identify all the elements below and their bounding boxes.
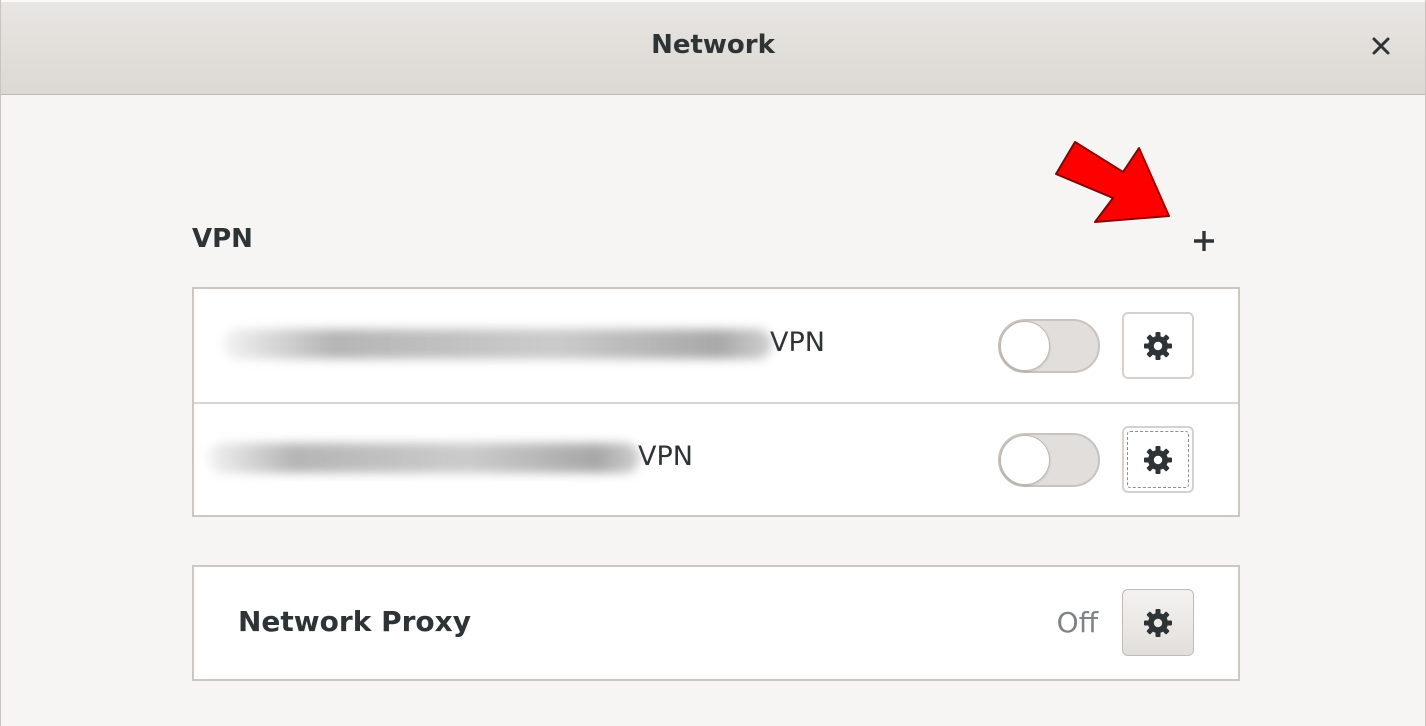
network-proxy-label: Network Proxy — [238, 605, 471, 638]
vpn-list: VPN VPN — [192, 287, 1240, 517]
gear-icon — [1144, 331, 1172, 360]
titlebar: Network — [1, 0, 1425, 95]
vpn-settings-button[interactable] — [1122, 312, 1194, 379]
vpn-toggle-switch[interactable] — [998, 433, 1100, 487]
vpn-toggle-switch[interactable] — [998, 319, 1100, 373]
gear-icon — [1144, 608, 1172, 637]
vpn-connection-name: VPN — [208, 441, 693, 473]
redacted-name — [208, 442, 640, 473]
vpn-row: VPN — [194, 289, 1238, 404]
gear-icon — [1144, 445, 1172, 474]
vpn-name-suffix: VPN — [770, 327, 825, 358]
switch-knob — [1000, 435, 1050, 485]
vpn-row: VPN — [194, 403, 1238, 516]
network-dialog: Network VPN VPN VPN Network Proxy Off — [0, 0, 1426, 726]
vpn-name-suffix: VPN — [638, 441, 693, 472]
vpn-section-label: VPN — [192, 224, 253, 254]
switch-knob — [1000, 321, 1050, 371]
vpn-connection-name: VPN — [224, 327, 825, 359]
network-proxy-status: Off — [1056, 606, 1098, 639]
red-arrow-annotation — [1055, 141, 1170, 223]
vpn-settings-button[interactable] — [1122, 426, 1194, 493]
titlebar-highlight — [1, 0, 1425, 2]
plus-icon — [1194, 231, 1214, 251]
close-button[interactable] — [1363, 28, 1399, 64]
add-vpn-button[interactable] — [1183, 220, 1225, 262]
close-icon — [1372, 37, 1390, 55]
network-proxy-settings-button[interactable] — [1122, 589, 1194, 656]
network-proxy-panel: Network Proxy Off — [192, 565, 1240, 681]
redacted-name — [224, 328, 772, 359]
window-title: Network — [651, 30, 775, 60]
